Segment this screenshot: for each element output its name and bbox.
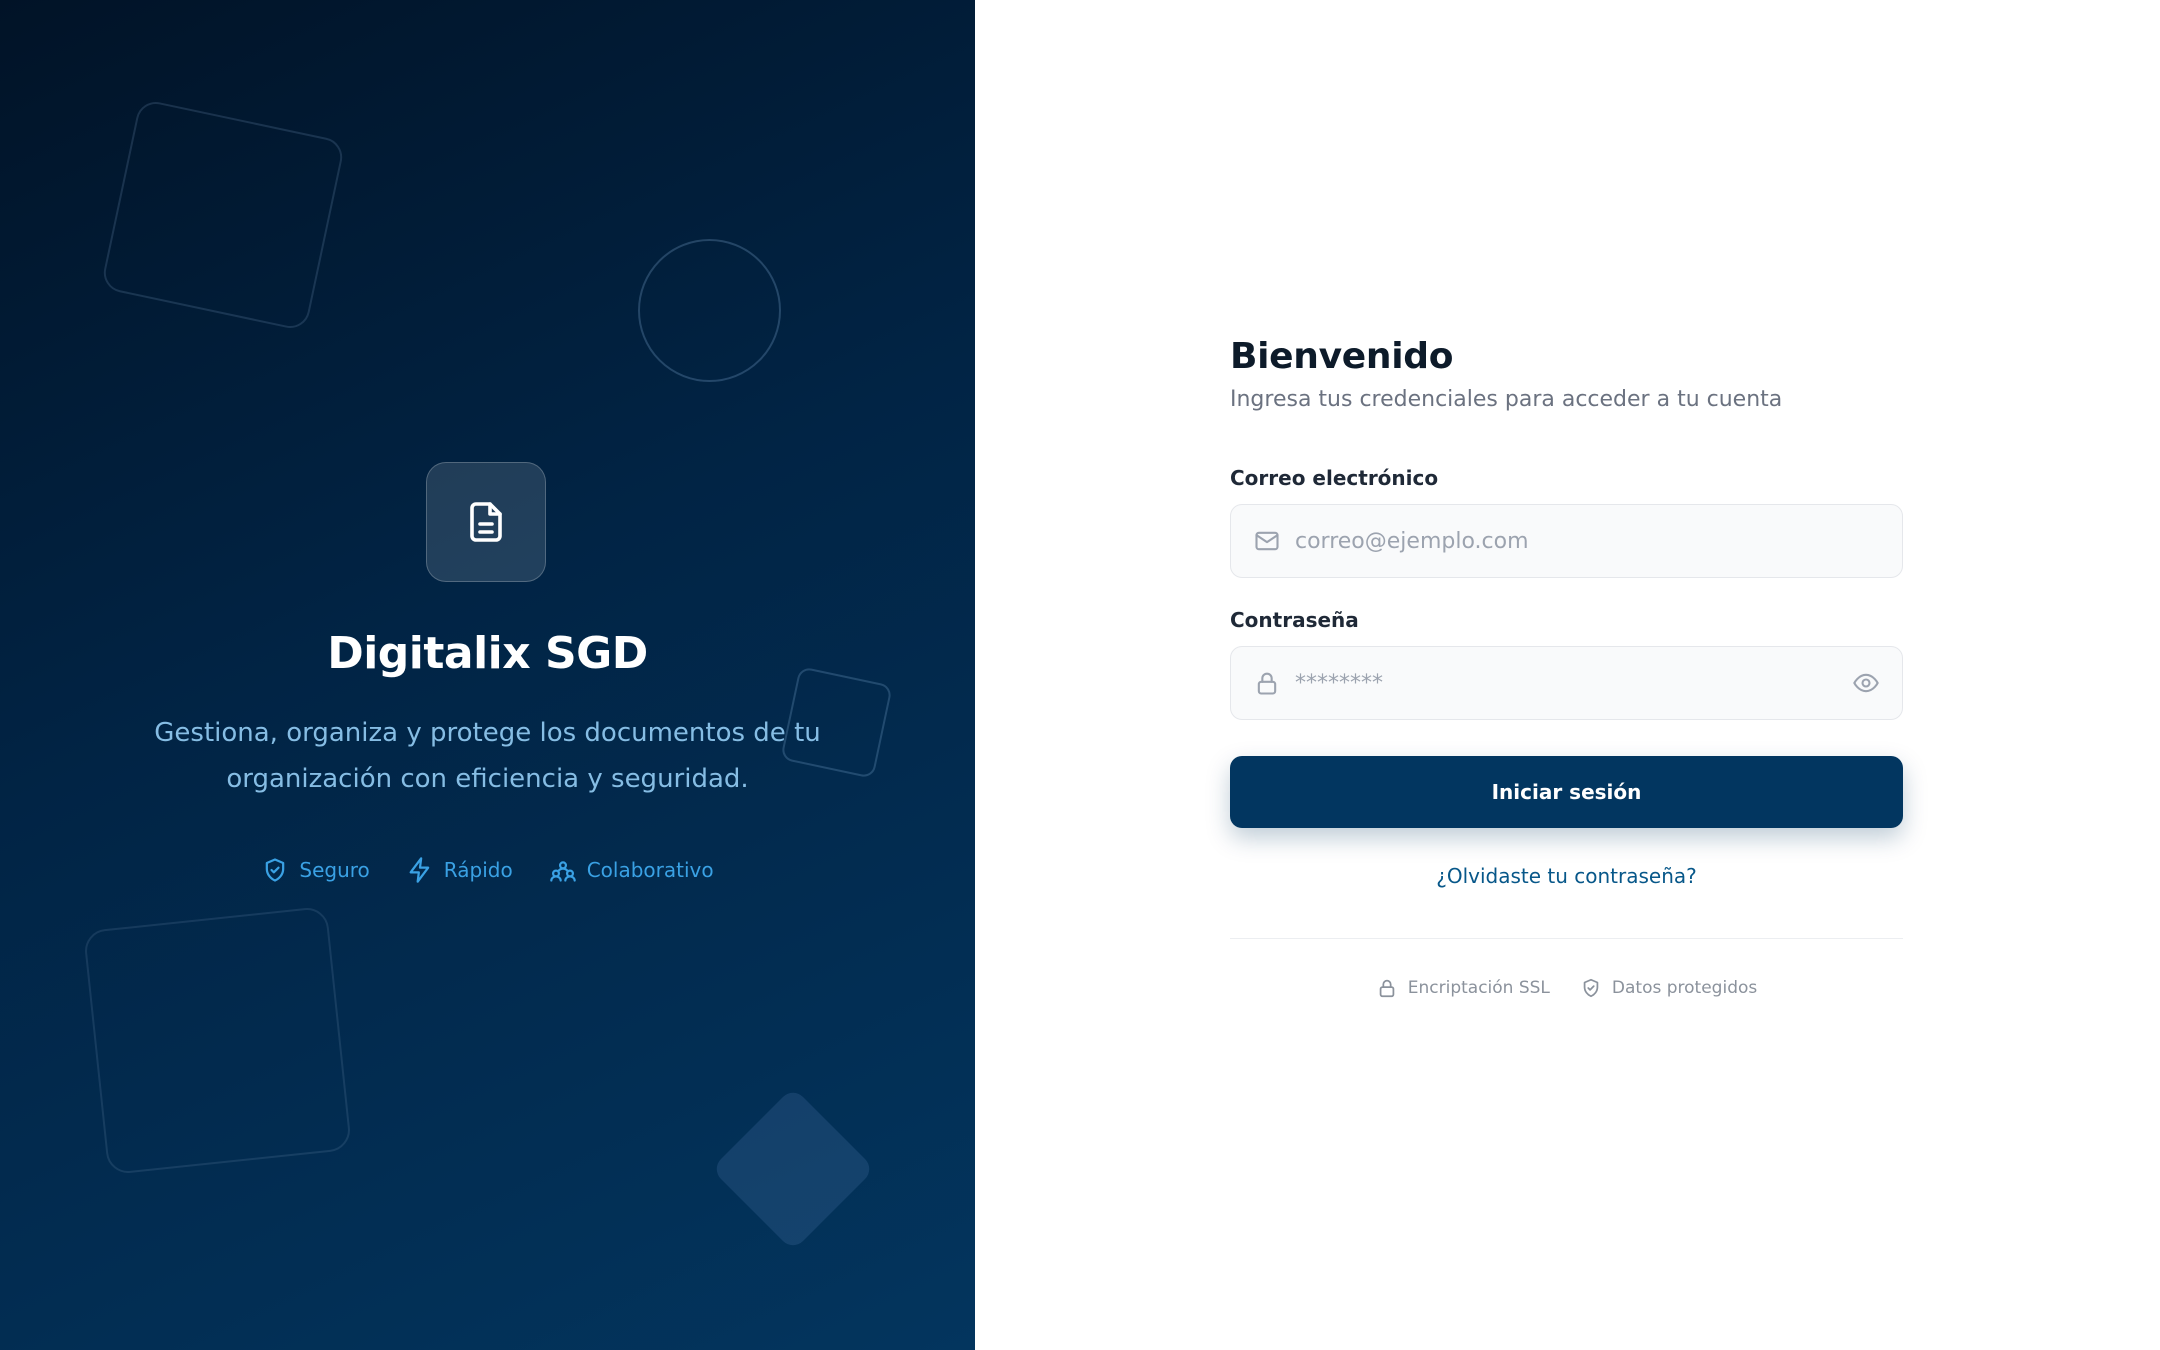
shield-check-icon: [1583, 978, 1599, 998]
lock-icon: [1257, 672, 1277, 695]
login-form: Bienvenido Ingresa tus credenciales para…: [1230, 336, 1903, 999]
mail-icon: [1255, 531, 1279, 551]
login-button[interactable]: Iniciar sesión: [1230, 756, 1903, 828]
decorative-square: [100, 98, 346, 332]
feature-label: Colaborativo: [586, 858, 714, 882]
email-label: Correo electrónico: [1230, 466, 1439, 490]
brand-title: Digitalix SGD: [327, 628, 648, 679]
feature-list: Seguro Rápido Colaborativo: [0, 856, 975, 884]
feature-collaborative: Colaborativo: [549, 856, 714, 884]
forgot-password-link[interactable]: ¿Olvidaste tu contraseña?: [1230, 864, 1903, 888]
decorative-diamond: [710, 1086, 876, 1252]
decorative-circle: [638, 239, 781, 382]
welcome-subtitle: Ingresa tus credenciales para acceder a …: [1230, 387, 1783, 412]
document-icon: [470, 502, 502, 542]
eye-icon[interactable]: [1852, 669, 1880, 697]
brand-logo: [426, 462, 546, 582]
email-field-box[interactable]: [1230, 504, 1903, 578]
divider: [1230, 938, 1903, 939]
email-input[interactable]: [1295, 528, 1880, 554]
feature-secure: Seguro: [261, 856, 370, 884]
brand-panel: Digitalix SGD Gestiona, organiza y prote…: [0, 0, 975, 1350]
trust-label: Encriptación SSL: [1407, 978, 1550, 998]
shield-check-icon: [266, 858, 285, 882]
trust-ssl: Encriptación SSL: [1376, 977, 1550, 999]
decorative-square: [82, 905, 353, 1176]
feature-label: Rápido: [443, 858, 513, 882]
users-icon: [549, 861, 576, 882]
trust-label: Datos protegidos: [1611, 978, 1758, 998]
welcome-title: Bienvenido: [1230, 336, 1454, 377]
brand-tagline: Gestiona, organiza y protege los documen…: [154, 718, 821, 794]
trust-data: Datos protegidos: [1580, 977, 1757, 999]
password-field-box[interactable]: [1230, 646, 1903, 720]
lightning-icon: [409, 857, 430, 883]
lock-icon: [1379, 979, 1395, 998]
feature-label: Seguro: [299, 858, 370, 882]
password-label: Contraseña: [1230, 608, 1359, 632]
password-input[interactable]: [1295, 670, 1838, 696]
trust-badges: Encriptación SSL Datos protegidos: [1230, 977, 1903, 999]
login-panel: Bienvenido Ingresa tus credenciales para…: [975, 0, 2160, 1350]
feature-fast: Rápido: [406, 856, 513, 884]
